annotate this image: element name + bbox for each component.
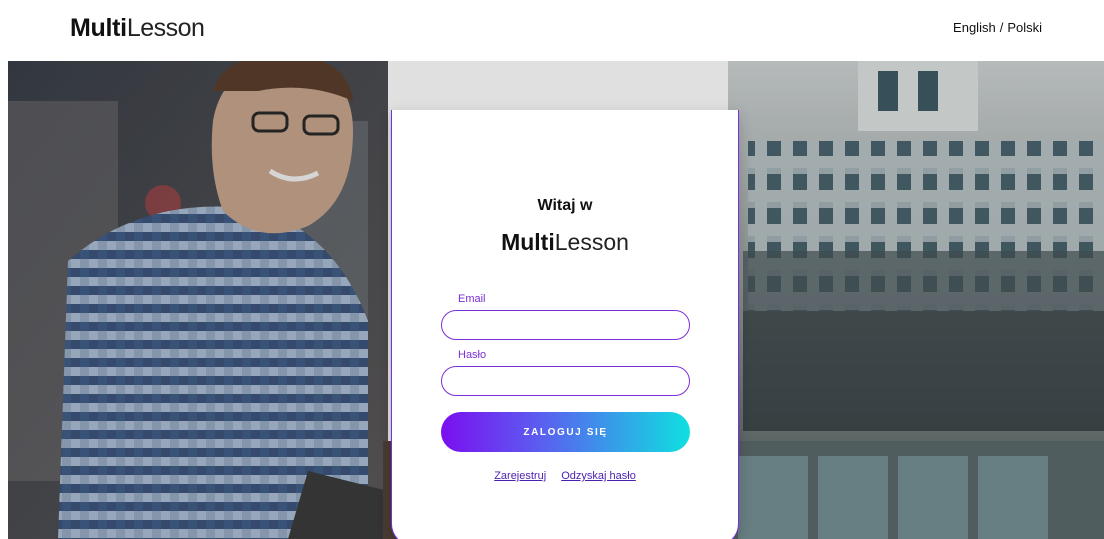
auth-links: Zarejestruj Odzyskaj hasło	[392, 469, 738, 483]
header-logo-bold: Multi	[70, 14, 127, 42]
login-card: Witaj w MultiLesson Email Hasło ZALOGUJ …	[391, 110, 739, 539]
language-english-link[interactable]: English	[953, 20, 996, 35]
password-field[interactable]	[441, 366, 690, 396]
language-switcher: English / Polski	[953, 20, 1042, 36]
header-logo-light: Lesson	[126, 14, 205, 42]
register-link[interactable]: Zarejestruj	[494, 470, 546, 482]
email-field[interactable]	[441, 310, 690, 340]
language-separator: /	[999, 20, 1004, 35]
recover-password-link[interactable]: Odzyskaj hasło	[561, 470, 636, 482]
card-logo: MultiLesson	[392, 229, 738, 255]
welcome-heading: Witaj w	[537, 197, 593, 214]
card-logo-bold: Multi	[501, 229, 555, 255]
password-label: Hasło	[458, 349, 487, 361]
hero-background-photo: Witaj w MultiLesson Email Hasło ZALOGUJ …	[8, 61, 1104, 539]
email-label: Email	[458, 293, 486, 305]
login-button[interactable]: ZALOGUJ SIĘ	[441, 412, 690, 452]
language-polish-link[interactable]: Polski	[1007, 20, 1042, 35]
top-bar: MultiLesson English / Polski	[0, 0, 1104, 61]
header-logo[interactable]: MultiLesson	[70, 14, 205, 42]
card-logo-light: Lesson	[554, 229, 629, 255]
